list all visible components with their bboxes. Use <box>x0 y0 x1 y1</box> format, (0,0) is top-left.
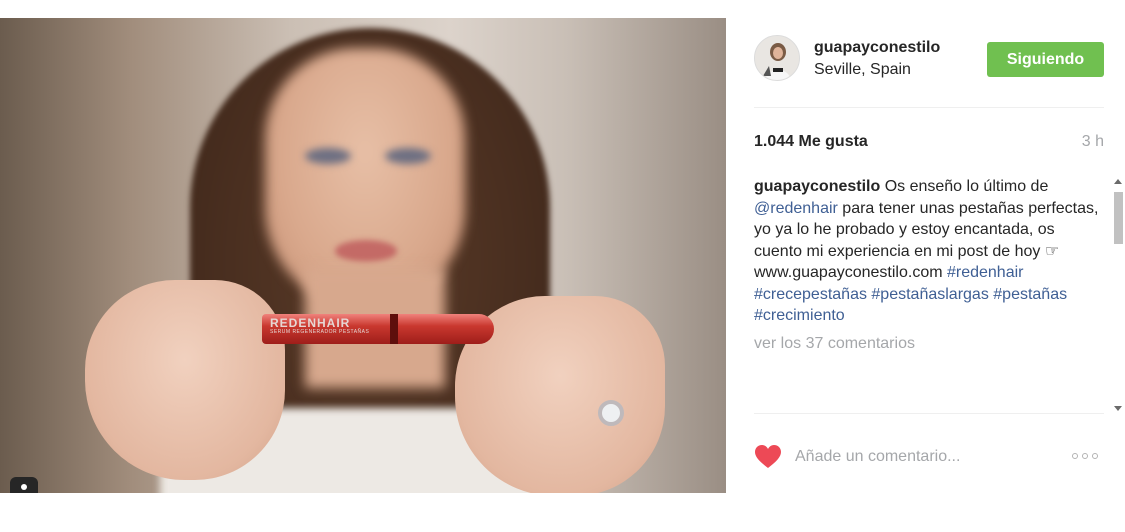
photo-eye-left <box>305 148 351 164</box>
likes-count[interactable]: 1.044 Me gusta <box>754 133 868 151</box>
comment-input[interactable] <box>795 445 1045 469</box>
photo-ring <box>598 400 624 426</box>
heart-icon[interactable] <box>754 444 782 470</box>
photo-eye-right <box>385 148 431 164</box>
location-link[interactable]: Seville, Spain <box>814 61 911 79</box>
add-comment-bar <box>754 442 1104 474</box>
caption-mention[interactable]: @redenhair <box>754 200 838 217</box>
caption-text-1: Os enseño lo último de <box>880 178 1049 195</box>
scroll-up-arrow-icon[interactable] <box>1114 179 1122 184</box>
caption-author[interactable]: guapayconestilo <box>754 178 880 195</box>
avatar[interactable] <box>754 35 800 81</box>
post-header: guapayconestilo Seville, Spain Siguiendo <box>754 18 1104 108</box>
comments-scrollbar[interactable] <box>1112 176 1125 414</box>
mascara-brand-text: REDENHAIR <box>270 316 351 330</box>
photo-lips <box>335 240 397 262</box>
mascara-product: REDENHAIR SERUM REGENERADOR PESTAÑAS <box>262 314 494 344</box>
more-dot <box>1092 453 1098 459</box>
post-time[interactable]: 3 h <box>1078 133 1104 151</box>
user-tag-icon[interactable] <box>10 477 38 493</box>
comments-area[interactable]: guapayconestilo Os enseño lo último de @… <box>754 176 1104 414</box>
username-link[interactable]: guapayconestilo <box>814 39 940 57</box>
scrollbar-thumb[interactable] <box>1114 192 1123 244</box>
post-side-panel: guapayconestilo Seville, Spain Siguiendo… <box>726 18 1125 493</box>
photo-hand-left <box>85 280 285 480</box>
mascara-sub-text: SERUM REGENERADOR PESTAÑAS <box>270 329 370 335</box>
following-button[interactable]: Siguiendo <box>987 42 1104 77</box>
post-photo[interactable]: REDENHAIR SERUM REGENERADOR PESTAÑAS <box>0 18 726 493</box>
more-dot <box>1072 453 1078 459</box>
more-options-icon[interactable] <box>1072 450 1104 462</box>
view-comments-link[interactable]: ver los 37 comentarios <box>754 333 1104 355</box>
more-dot <box>1082 453 1088 459</box>
scroll-down-arrow-icon[interactable] <box>1114 406 1122 411</box>
mascara-band <box>390 314 398 344</box>
